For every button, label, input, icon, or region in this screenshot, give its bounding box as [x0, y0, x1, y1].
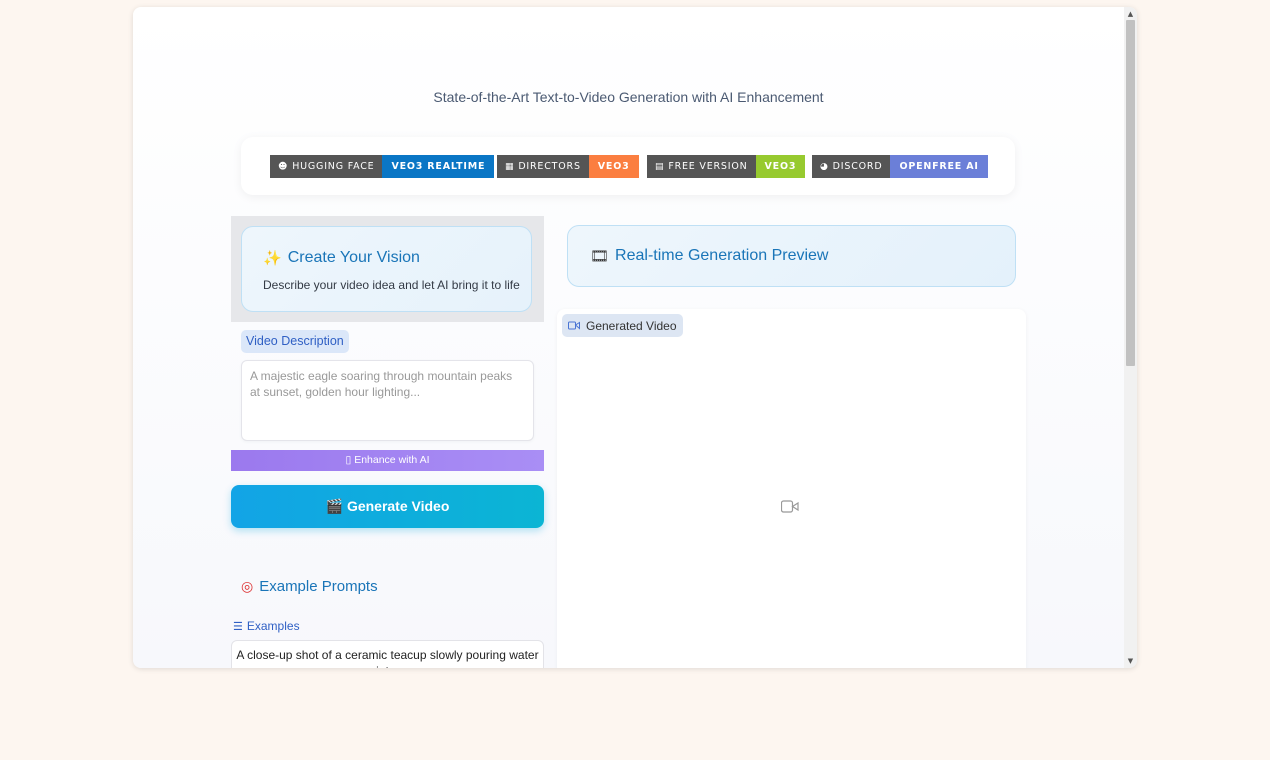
generate-video-button[interactable]: 🎬 Generate Video	[231, 485, 544, 528]
video-camera-icon	[568, 321, 580, 330]
sparkle-icon: ✨	[263, 250, 282, 267]
list-icon: ☰	[233, 620, 243, 633]
badge-free-version[interactable]: ▤ FREE VERSION VEO3	[647, 155, 806, 178]
vision-card: ✨ Create Your Vision Describe your video…	[241, 226, 532, 312]
target-icon: ◎	[241, 578, 254, 594]
scroll-up-arrow-icon[interactable]: ▲	[1124, 9, 1137, 19]
preview-header-card: 🎞 Real-time Generation Preview	[567, 225, 1016, 287]
movie-camera-icon: 🎞	[590, 248, 610, 265]
video-placeholder-icon	[781, 500, 799, 513]
example-prompt-item[interactable]: A close-up shot of a ceramic teacup slow…	[231, 640, 544, 668]
generated-video-label: Generated Video	[562, 314, 683, 337]
scroll-down-arrow-icon[interactable]: ▼	[1124, 656, 1137, 666]
preview-title: 🎞 Real-time Generation Preview	[590, 247, 829, 265]
badge-hugging-face[interactable]: ☻ HUGGING FACE VEO3 REALTIME	[270, 155, 495, 178]
scroll-thumb[interactable]	[1126, 20, 1135, 366]
clapper-icon: ▦	[505, 161, 515, 172]
film-icon: ▤	[655, 161, 665, 172]
hugging-face-icon: ☻	[278, 161, 289, 172]
page-subtitle: State-of-the-Art Text-to-Video Generatio…	[433, 89, 824, 105]
vertical-scrollbar[interactable]: ▲ ▼	[1124, 7, 1137, 668]
enhance-with-ai-button[interactable]: ▯ Enhance with AI	[231, 450, 544, 471]
example-prompts-title: ◎ Example Prompts	[241, 578, 378, 595]
vision-description: Describe your video idea and let AI brin…	[263, 278, 520, 292]
vision-section: ✨ Create Your Vision Describe your video…	[231, 216, 544, 322]
examples-label: ☰ Examples	[233, 619, 300, 633]
vision-title: ✨ Create Your Vision	[263, 249, 420, 267]
video-description-input[interactable]: A majestic eagle soaring through mountai…	[241, 360, 534, 441]
generated-video-panel: Generated Video	[557, 309, 1026, 668]
app-window: State-of-the-Art Text-to-Video Generatio…	[133, 7, 1137, 668]
discord-icon: ◕	[820, 161, 829, 172]
badges-bar: ☻ HUGGING FACE VEO3 REALTIME ▦ DIRECTORS V…	[241, 137, 1015, 195]
badge-directors[interactable]: ▦ DIRECTORS VEO3	[497, 155, 639, 178]
video-description-label: Video Description	[241, 330, 349, 353]
badge-discord[interactable]: ◕ DISCORD OPENFREE AI	[812, 155, 988, 178]
clapper-board-icon: 🎬	[325, 498, 344, 514]
